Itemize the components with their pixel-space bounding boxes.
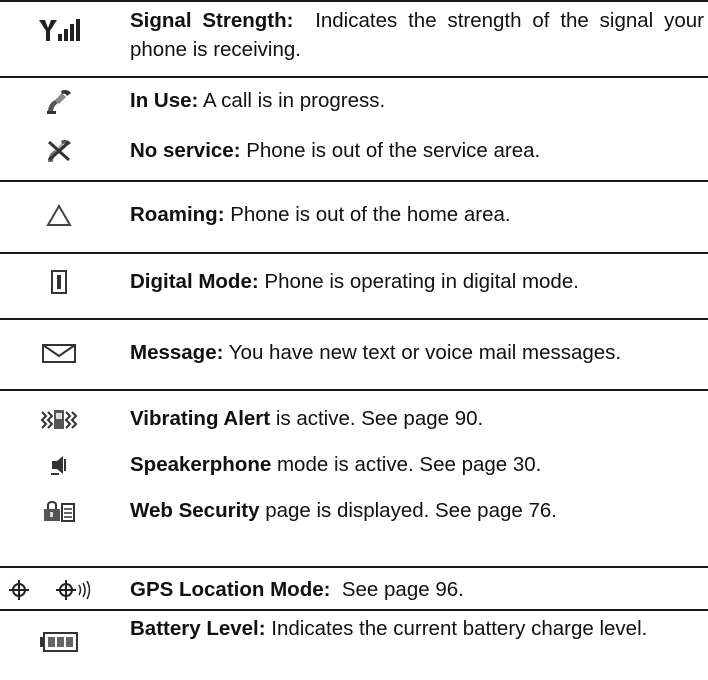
entry-term: GPS Location Mode:: [130, 578, 331, 601]
entry-text: Roaming: Phone is out of the home area.: [130, 200, 704, 229]
entry-term: Battery Level:: [130, 617, 266, 640]
entry-description: Indicates the current battery charge lev…: [271, 617, 648, 640]
entry-term: Vibrating Alert: [130, 407, 271, 430]
entry-text: No service: Phone is out of the service …: [130, 136, 704, 165]
entry-text: Message: You have new text or voice mail…: [130, 338, 704, 367]
table-row-message: Message: You have new text or voice mail…: [0, 336, 708, 376]
table-rule: [0, 389, 708, 391]
table-rule: [0, 566, 708, 568]
table-rule: [0, 252, 708, 254]
table-row-speakerphone: Speakerphone mode is active. See page 30…: [0, 448, 708, 484]
table-row-gps-location: GPS Location Mode: See page 96.: [0, 572, 708, 608]
table-row-battery-level: Battery Level: Indicates the current bat…: [0, 614, 708, 678]
entry-term: Web Security: [130, 499, 260, 522]
entry-term: No service:: [130, 139, 241, 162]
web-security-icon: [41, 499, 77, 523]
table-rule: [0, 180, 708, 182]
table-rule: [0, 609, 708, 611]
entry-term: Message:: [130, 341, 224, 364]
entry-description: Phone is out of the service area.: [246, 139, 541, 162]
entry-text: Vibrating Alert is active. See page 90.: [130, 404, 704, 433]
in-use-icon: [45, 88, 73, 114]
entry-term: Roaming:: [130, 203, 225, 226]
roaming-icon: [45, 203, 73, 227]
entry-term: In Use:: [130, 89, 199, 112]
entry-description: See page 96.: [341, 578, 464, 601]
entry-text: Signal Strength: Indicates the strength …: [130, 6, 704, 64]
entry-text: Digital Mode: Phone is operating in digi…: [130, 267, 704, 296]
signal-strength-icon: [37, 17, 81, 43]
table-rule: [0, 318, 708, 320]
status-icon-table: Signal Strength: Indicates the strength …: [0, 0, 708, 680]
message-envelope-icon: [41, 342, 77, 364]
entry-description: is active. See page 90.: [275, 407, 484, 430]
table-row-in-use: In Use: A call is in progress.: [0, 84, 708, 120]
entry-text: Web Security page is displayed. See page…: [130, 496, 704, 525]
entry-term: Digital Mode:: [130, 270, 259, 293]
no-service-icon: [45, 138, 73, 164]
table-rule: [0, 76, 708, 78]
table-row-signal-strength: Signal Strength: Indicates the strength …: [0, 6, 708, 72]
entry-term: Signal Strength:: [130, 9, 294, 32]
entry-text: In Use: A call is in progress.: [130, 86, 704, 115]
speakerphone-icon: [48, 453, 70, 477]
vibrating-alert-icon: [39, 407, 79, 431]
entry-text: Battery Level: Indicates the current bat…: [130, 614, 704, 643]
gps-location-icon: [4, 578, 116, 602]
entry-description: page is displayed. See page 76.: [265, 499, 557, 522]
table-row-web-security: Web Security page is displayed. See page…: [0, 494, 708, 530]
table-rule: [0, 0, 708, 2]
entry-term: Speakerphone: [130, 453, 272, 476]
entry-description: You have new text or voice mail messages…: [228, 341, 622, 364]
battery-level-icon: [39, 631, 79, 653]
entry-text: GPS Location Mode: See page 96.: [130, 575, 704, 604]
digital-mode-icon: [49, 269, 69, 295]
table-row-digital-mode: Digital Mode: Phone is operating in digi…: [0, 264, 708, 304]
entry-description: A call is in progress.: [202, 89, 386, 112]
table-row-no-service: No service: Phone is out of the service …: [0, 134, 708, 170]
table-row-roaming: Roaming: Phone is out of the home area.: [0, 196, 708, 236]
entry-text: Speakerphone mode is active. See page 30…: [130, 450, 704, 479]
table-row-vibrating-alert: Vibrating Alert is active. See page 90.: [0, 402, 708, 438]
entry-description: mode is active. See page 30.: [276, 453, 542, 476]
entry-description: Phone is operating in digital mode.: [264, 270, 579, 293]
entry-description: Phone is out of the home area.: [230, 203, 511, 226]
